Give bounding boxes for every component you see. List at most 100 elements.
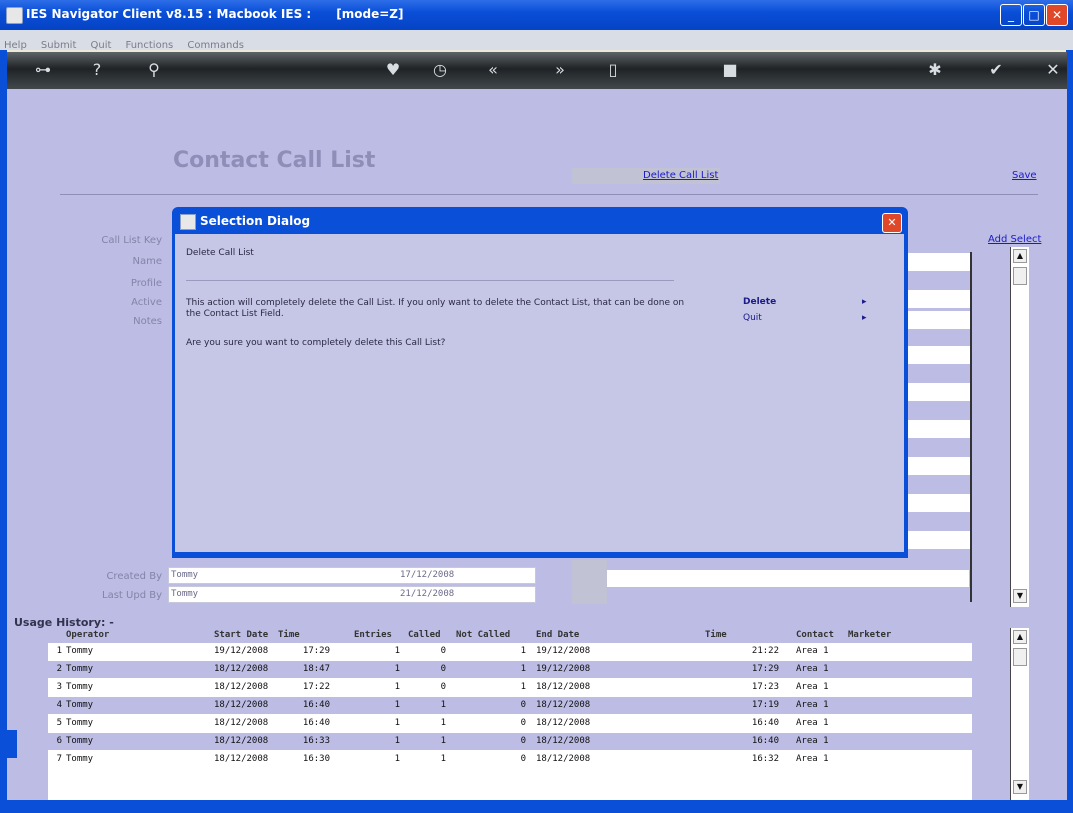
table-row[interactable]: 4 Tommy 18/12/2008 16:40 1 1 0 18/12/2008 17:19 A… — [48, 697, 972, 714]
row-number: 1 — [56, 646, 62, 656]
operator-cell: Tommy — [66, 646, 94, 656]
end-date-cell: 18/12/2008 — [536, 736, 591, 746]
key-icon[interactable]: ⊶ — [30, 60, 56, 80]
scroll-down-icon[interactable]: ▼ — [1013, 780, 1027, 794]
help-icon[interactable]: ? — [84, 60, 110, 80]
entries-cell: 1 — [394, 754, 400, 764]
last-upd-by-value: Tommy — [171, 589, 199, 599]
delete-call-list-link[interactable]: Delete Call List — [643, 170, 718, 181]
menu-commands[interactable]: Commands — [187, 40, 244, 51]
row-number: 5 — [56, 718, 62, 728]
scroll-thumb[interactable] — [1013, 267, 1027, 285]
table-row[interactable]: 3 Tommy 18/12/2008 17:22 1 0 1 18/12/2008 17:23 A… — [48, 679, 972, 696]
select-list-row[interactable] — [906, 311, 970, 329]
document-icon[interactable]: ▯ — [600, 60, 626, 80]
table-row[interactable]: 2 Tommy 18/12/2008 18:47 1 0 1 19/12/2008 17:29 A… — [48, 661, 972, 678]
scroll-thumb[interactable] — [1013, 648, 1027, 666]
row-number: 3 — [56, 682, 62, 692]
select-list-row[interactable] — [906, 420, 970, 438]
minimize-icon[interactable]: _ — [1000, 4, 1022, 26]
end-time-cell: 17:19 — [751, 700, 779, 710]
save-link[interactable]: Save — [1012, 170, 1037, 181]
col-not-called: Not Called — [456, 630, 511, 640]
select-list-row[interactable] — [906, 457, 970, 475]
window-frame-right — [1066, 30, 1073, 813]
start-time-cell: 16:40 — [302, 718, 330, 728]
col-contact: Contact — [796, 630, 834, 640]
usage-table-scrollbar[interactable]: ▲ ▼ — [1010, 628, 1029, 800]
menu-quit[interactable]: Quit — [90, 40, 111, 51]
not-called-cell: 1 — [520, 682, 526, 692]
maximize-icon[interactable]: □ — [1023, 4, 1045, 26]
page-title: Contact Call List — [173, 148, 376, 173]
start-date-cell: 18/12/2008 — [214, 718, 269, 728]
table-row[interactable]: 7 Tommy 18/12/2008 16:30 1 1 0 18/12/2008 16:32 A… — [48, 751, 972, 768]
window-frame-left — [0, 30, 7, 813]
label-created-by: Created By — [106, 571, 162, 582]
window-icon[interactable]: ■ — [717, 60, 743, 80]
option-delete[interactable]: Delete — [743, 297, 776, 307]
scroll-up-icon[interactable]: ▲ — [1013, 630, 1027, 644]
select-list-row[interactable] — [906, 383, 970, 401]
called-cell: 0 — [440, 682, 446, 692]
table-row[interactable]: 5 Tommy 18/12/2008 16:40 1 1 0 18/12/2008 16:40 A… — [48, 715, 972, 732]
end-time-cell: 17:29 — [751, 664, 779, 674]
entries-cell: 1 — [394, 718, 400, 728]
select-list-row[interactable] — [906, 290, 970, 308]
usage-history-table: Operator Start Date Time Entries Called … — [48, 628, 972, 800]
start-time-cell: 18:47 — [302, 664, 330, 674]
select-list-row[interactable] — [906, 346, 970, 364]
search-icon[interactable]: ⚲ — [141, 60, 167, 80]
select-list-scrollbar[interactable]: ▲ ▼ — [1010, 247, 1029, 607]
contact-cell: Area 1 — [796, 664, 829, 674]
called-cell: 1 — [440, 718, 446, 728]
created-by-field: Tommy 17/12/2008 — [168, 567, 536, 584]
select-list-row[interactable] — [906, 253, 970, 271]
scroll-down-icon[interactable]: ▼ — [1013, 589, 1027, 603]
select-list-row[interactable] — [906, 531, 970, 549]
option-quit[interactable]: Quit — [743, 313, 762, 323]
settings-icon[interactable]: ✱ — [922, 60, 948, 80]
heart-icon[interactable]: ♥ — [380, 60, 406, 80]
menu-submit[interactable]: Submit — [41, 40, 76, 51]
not-called-cell: 0 — [520, 754, 526, 764]
select-list-row[interactable] — [906, 494, 970, 512]
end-time-cell: 16:40 — [751, 736, 779, 746]
contact-cell: Area 1 — [796, 646, 829, 656]
menu-functions[interactable]: Functions — [126, 40, 174, 51]
start-time-cell: 16:40 — [302, 700, 330, 710]
forward-icon[interactable]: » — [547, 60, 573, 80]
entries-cell: 1 — [394, 646, 400, 656]
table-row[interactable]: 1 Tommy 19/12/2008 17:29 1 0 1 19/12/2008 21:22 A… — [48, 643, 972, 660]
start-date-cell: 18/12/2008 — [214, 754, 269, 764]
side-tab[interactable] — [7, 730, 17, 758]
entries-cell: 1 — [394, 682, 400, 692]
dialog-heading: Delete Call List — [186, 248, 254, 258]
label-name: Name — [132, 256, 162, 267]
start-date-cell: 18/12/2008 — [214, 664, 269, 674]
window-titlebar: IES Navigator Client v8.15 : Macbook IES… — [0, 0, 1073, 30]
ok-icon[interactable]: ✔ — [983, 60, 1009, 80]
end-date-cell: 18/12/2008 — [536, 700, 591, 710]
back-icon[interactable]: « — [480, 60, 506, 80]
menu-help[interactable]: Help — [4, 40, 27, 51]
option-delete-arrow-icon[interactable]: ▸ — [862, 297, 867, 307]
start-time-cell: 16:33 — [302, 736, 330, 746]
end-date-cell: 18/12/2008 — [536, 682, 591, 692]
dialog-message: This action will completely delete the C… — [186, 298, 685, 319]
scroll-up-icon[interactable]: ▲ — [1013, 249, 1027, 263]
end-time-cell: 16:40 — [751, 718, 779, 728]
start-date-cell: 18/12/2008 — [214, 736, 269, 746]
option-quit-arrow-icon[interactable]: ▸ — [862, 313, 867, 323]
cancel-icon[interactable]: ✕ — [1040, 60, 1066, 80]
label-call-list-key: Call List Key — [101, 235, 162, 246]
dialog-close-icon[interactable]: ✕ — [882, 213, 902, 233]
add-select-link[interactable]: Add Select — [988, 234, 1041, 245]
col-entries: Entries — [354, 630, 392, 640]
close-icon[interactable]: ✕ — [1046, 4, 1068, 26]
history-icon[interactable]: ◷ — [427, 60, 453, 80]
label-last-upd-by: Last Upd By — [102, 590, 162, 601]
dialog-title: Selection Dialog — [200, 214, 311, 228]
operator-cell: Tommy — [66, 736, 94, 746]
table-row[interactable]: 6 Tommy 18/12/2008 16:33 1 1 0 18/12/2008 16:40 A… — [48, 733, 972, 750]
